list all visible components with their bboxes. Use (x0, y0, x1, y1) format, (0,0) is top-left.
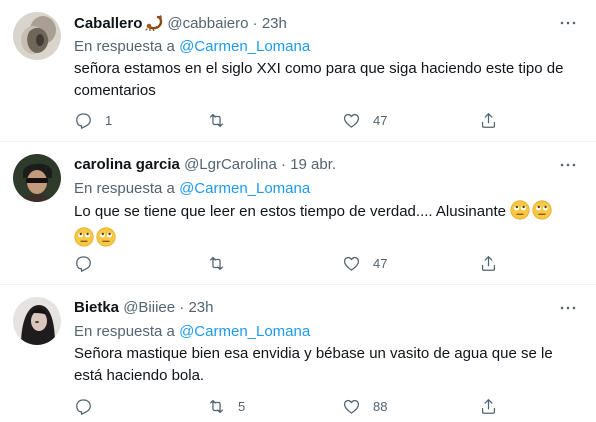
reply-mention-link[interactable]: @Carmen_Lomana (179, 323, 310, 340)
tweet-header: carolina garcia @LgrCarolina · 19 abr. (74, 155, 336, 175)
reply-context: En respuesta a @Carmen_Lomana (74, 179, 310, 199)
emoji-group (74, 227, 118, 254)
more-options-icon[interactable] (559, 299, 577, 317)
like-count: 88 (373, 398, 388, 414)
share-button[interactable] (479, 110, 498, 130)
retweet-icon (209, 399, 224, 413)
reply-icon (76, 112, 91, 129)
retweet-button[interactable] (207, 110, 238, 130)
retweet-button[interactable]: 5 (207, 396, 245, 416)
eye-roll-emoji-icon (74, 227, 94, 247)
tweet-body: Lo que se tiene que leer en estos tiempo… (74, 200, 574, 254)
reply-count: 1 (105, 112, 113, 128)
reply-prefix: En respuesta a (74, 323, 175, 340)
retweet-icon (209, 256, 224, 270)
retweet-icon (209, 113, 224, 127)
share-icon (481, 255, 496, 271)
retweet-button[interactable] (207, 253, 238, 273)
share-icon (481, 398, 496, 414)
like-button[interactable]: 88 (342, 396, 387, 416)
tweet-header: Bietka @Biiiee · 23h (74, 298, 214, 318)
reply-button[interactable] (74, 253, 105, 273)
retweet-count: 5 (238, 398, 246, 414)
more-options-icon[interactable] (559, 156, 577, 174)
tweet-text: señora estamos en el siglo XXI como para… (74, 60, 564, 99)
tweet-2[interactable]: carolina garcia @LgrCarolina · 19 abr. E… (0, 142, 596, 283)
eye-roll-emoji-icon (96, 227, 116, 247)
like-icon (343, 256, 360, 271)
reply-context: En respuesta a @Carmen_Lomana (74, 322, 310, 342)
like-count: 47 (373, 255, 388, 271)
separator-dot: · (252, 15, 258, 32)
handle[interactable]: @LgrCarolina (184, 156, 277, 173)
tweet-1[interactable]: Caballero @cabbaiero · 23h En respuesta … (0, 0, 596, 141)
timestamp[interactable]: 19 abr. (290, 156, 336, 173)
like-button[interactable]: 47 (342, 253, 387, 273)
tweet-text: Lo que se tiene que leer en estos tiempo… (74, 203, 506, 220)
scorpion-emoji-icon (145, 13, 165, 37)
avatar[interactable] (13, 12, 61, 60)
display-name[interactable]: carolina garcia (74, 156, 180, 173)
like-icon (343, 113, 360, 128)
tweet-3[interactable]: Bietka @Biiiee · 23h En respuesta a @Car… (0, 285, 596, 422)
timestamp[interactable]: 23h (262, 15, 287, 32)
tweet-actions: 5 88 (74, 396, 524, 416)
reply-button[interactable] (74, 396, 105, 416)
tweet-actions: 47 (74, 253, 524, 273)
eye-roll-emoji-icon (510, 200, 530, 220)
reply-icon (76, 398, 91, 415)
eye-roll-emoji-icon (532, 200, 552, 220)
separator-dot: · (179, 299, 185, 316)
reply-prefix: En respuesta a (74, 38, 175, 55)
avatar-image (13, 154, 61, 202)
handle[interactable]: @cabbaiero (167, 15, 248, 32)
reply-context: En respuesta a @Carmen_Lomana (74, 37, 310, 57)
display-name[interactable]: Bietka (74, 299, 119, 316)
reply-mention-link[interactable]: @Carmen_Lomana (179, 38, 310, 55)
reply-prefix: En respuesta a (74, 180, 175, 197)
reply-mention-link[interactable]: @Carmen_Lomana (179, 180, 310, 197)
avatar-image (13, 12, 61, 60)
separator-dot: · (281, 156, 287, 173)
avatar-image (13, 297, 61, 345)
reply-button[interactable]: 1 (74, 110, 112, 130)
share-button[interactable] (479, 396, 498, 416)
display-name[interactable]: Caballero (74, 15, 142, 32)
tweet-actions: 1 47 (74, 110, 524, 130)
avatar[interactable] (13, 154, 61, 202)
emoji-group (510, 200, 554, 227)
like-count: 47 (373, 112, 388, 128)
tweet-text: Señora mastique bien esa envidia y bébas… (74, 345, 553, 384)
handle[interactable]: @Biiiee (123, 299, 175, 316)
reply-icon (76, 255, 91, 272)
timestamp[interactable]: 23h (188, 299, 213, 316)
avatar[interactable] (13, 297, 61, 345)
like-button[interactable]: 47 (342, 110, 387, 130)
tweet-header: Caballero @cabbaiero · 23h (74, 13, 287, 33)
more-options-icon[interactable] (559, 14, 577, 32)
share-button[interactable] (479, 253, 498, 273)
share-icon (481, 112, 496, 128)
like-icon (343, 399, 360, 414)
